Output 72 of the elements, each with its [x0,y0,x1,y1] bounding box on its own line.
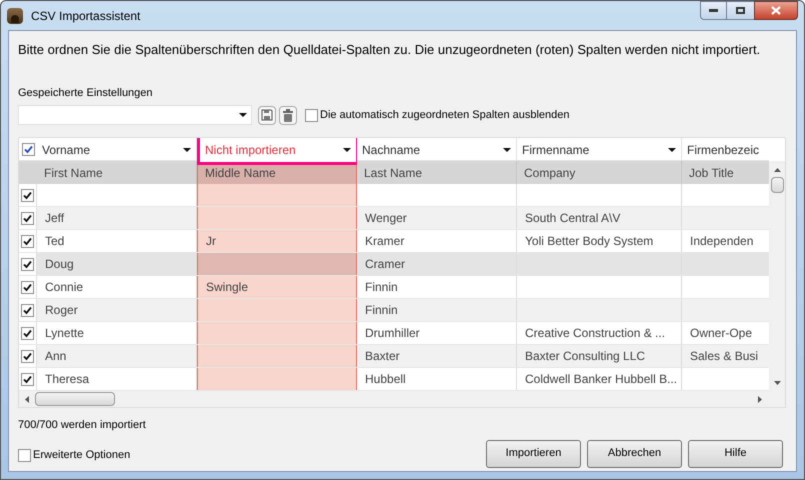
maximize-button[interactable] [727,1,754,20]
table-cell-text: Cramer [365,256,406,273]
column-mapping-dropdown[interactable]: Nicht importieren [197,138,357,165]
row-checkbox[interactable] [21,304,34,316]
close-icon [771,6,781,15]
import-count-text: 700/700 werden importiert [18,418,147,433]
table-cell-text: Connie [45,279,84,296]
table-cell: Swingle [197,276,357,298]
scroll-thumb[interactable] [770,177,784,193]
minimize-button[interactable] [700,1,727,20]
row-checkbox[interactable] [21,280,34,294]
scroll-up-icon[interactable] [774,168,780,172]
table-cell-text: Baxter [365,348,400,365]
row-checkbox[interactable] [21,326,34,340]
row-checkbox[interactable] [21,188,34,202]
table-cell-text: Coldwell Banker Hubbell B... [525,371,678,388]
advanced-options-checkbox[interactable] [18,449,31,462]
table-cell-text: Independen [690,233,754,250]
trash-icon[interactable] [279,106,297,124]
vertical-scrollbar[interactable] [769,161,785,391]
hide-assigned-checkbox[interactable] [305,108,318,122]
table-cell-text: Finnin [365,302,398,319]
table-row[interactable]: Connie Swingle Finnin [19,276,769,299]
dialog-button[interactable]: Hilfe [688,440,783,468]
table-row[interactable]: Theresa Hubbell Coldwell Banker Hubbell B... [19,368,769,391]
row-checkbox[interactable] [21,258,34,270]
table-cell-text: Creative Construction & ... [525,325,666,342]
scroll-right-icon[interactable] [758,396,762,402]
row-checkbox[interactable] [21,372,34,386]
table-row[interactable]: Roger Finnin [19,299,769,322]
row-checkbox[interactable] [21,212,34,224]
table-cell-text: Doug [45,256,74,273]
row-checkbox[interactable] [21,350,34,362]
table-cell-text: Jeff [45,210,64,227]
window-title: CSV Importassistent [31,8,140,24]
horizontal-scrollbar[interactable] [19,391,785,407]
table-row[interactable]: Ted Jr Kramer Yoli Better Body System Independen [19,230,769,253]
close-button[interactable] [754,1,798,20]
table-cell-text: Baxter Consulting LLC [525,348,646,365]
table-row[interactable]: Lynette Drumhiller Creative Construction & ... Owner-Ope [19,322,769,345]
app-icon [7,8,23,24]
table-cell-text: Finnin [365,279,398,296]
dialog-button[interactable]: Abbrechen [587,440,682,468]
table-cell-text: Yoli Better Body System [525,233,654,250]
scroll-left-icon[interactable] [25,396,29,402]
instructions-text: Bitte ordnen Sie die Spaltenüberschriften den Quelldatei-Spalten zu. Die unzugeordneten (roten) Spalten werden nicht importiert. [18,41,762,59]
table-row[interactable]: Ann Baxter Baxter Consulting LLC Sales & Busi [19,345,769,368]
table-cell-text: Owner-Ope [690,325,752,342]
table-cell-text: South Central A\V [525,210,620,227]
table-cell-text: Ann [45,348,66,365]
advanced-options-label: Erweiterte Optionen [33,448,130,464]
row-checkbox[interactable] [21,234,34,248]
table-cell-text: Wenger [365,210,407,227]
table-cell-text: Kramer [365,233,404,250]
table-cell-text: Sales & Busi [690,348,758,365]
table-row[interactable]: Jeff Wenger South Central A\V [19,207,769,230]
table-cell-text: Hubbell [365,371,406,388]
saved-settings-label: Gespeicherte Einstellungen [18,86,154,100]
hide-assigned-label: Die automatisch zugeordneten Spalten ausblenden [320,108,570,123]
table-cell-text: Ted [45,233,64,250]
table-cell-text: Roger [45,302,78,319]
table-cell: Jr [197,230,357,252]
save-icon[interactable] [258,106,276,124]
caret-icon [239,113,247,117]
scroll-down-icon[interactable] [774,381,780,385]
select-all-checkbox[interactable] [22,142,34,156]
dialog-button[interactable]: Importieren [486,440,581,468]
table-cell-text: Drumhiller [365,325,420,342]
table-row[interactable]: Doug Cramer [19,253,769,276]
table-cell-text: Theresa [45,371,90,388]
scroll-thumb[interactable] [35,392,115,406]
table-cell-text: Lynette [45,325,84,342]
